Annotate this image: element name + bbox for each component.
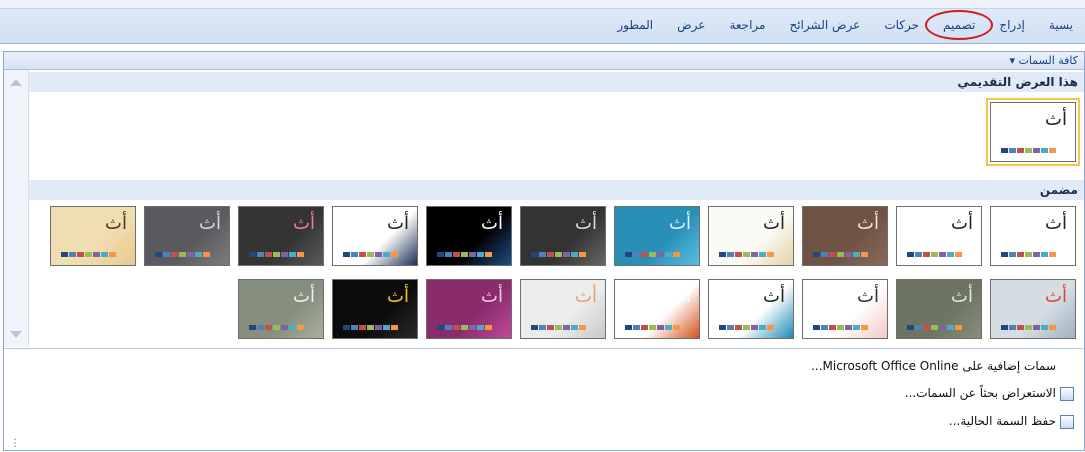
ribbon-top-strip	[0, 0, 1085, 9]
theme-swatches	[155, 252, 210, 257]
theme-swatches	[531, 325, 586, 330]
theme-thumbnail[interactable]: أث	[990, 206, 1076, 266]
tab-developer[interactable]: المطور	[605, 14, 665, 36]
theme-thumbnail[interactable]: أث	[238, 279, 324, 339]
tab-review[interactable]: مراجعة	[717, 14, 777, 36]
gallery-scrollbar[interactable]	[4, 70, 29, 347]
theme-swatches	[249, 325, 304, 330]
theme-swatches	[719, 252, 774, 257]
theme-swatches	[719, 325, 774, 330]
theme-thumbnail[interactable]: أث	[426, 206, 512, 266]
theme-thumbnail[interactable]: أث	[708, 279, 794, 339]
theme-glyph: أث	[293, 286, 315, 307]
theme-thumbnail[interactable]: أث	[332, 206, 418, 266]
themes-panel: كافة السمات ▾ هذا العرض التقديمي أث مضمن…	[3, 51, 1085, 451]
tab-animations[interactable]: حركات	[872, 14, 931, 36]
theme-glyph: أث	[481, 213, 503, 234]
theme-swatches	[437, 252, 492, 257]
theme-glyph: أث	[575, 286, 597, 307]
theme-glyph: أث	[669, 286, 691, 307]
ribbon: يسية إدراج تصميم حركات عرض الشرائح مراجع…	[0, 0, 1085, 44]
theme-swatches	[907, 252, 962, 257]
tab-slideshow[interactable]: عرض الشرائح	[777, 14, 872, 36]
theme-swatches	[625, 252, 680, 257]
theme-thumbnail[interactable]: أث	[708, 206, 794, 266]
theme-glyph: أث	[951, 213, 973, 234]
tab-insert[interactable]: إدراج	[987, 14, 1037, 36]
theme-glyph: أث	[1045, 286, 1067, 307]
theme-swatches	[437, 325, 492, 330]
theme-glyph: أث	[763, 213, 785, 234]
theme-thumbnail[interactable]: أث	[238, 206, 324, 266]
theme-glyph: أث	[1045, 109, 1067, 130]
browse-themes-item[interactable]: الاستعراض بحثاً عن السمات...	[905, 386, 1056, 400]
highlight-circle	[925, 10, 994, 40]
theme-glyph: أث	[105, 213, 127, 234]
scroll-up-icon[interactable]	[10, 79, 22, 86]
section-this-presentation: هذا العرض التقديمي	[29, 72, 1084, 92]
theme-glyph: أث	[481, 286, 503, 307]
theme-thumbnail[interactable]: أث	[896, 206, 982, 266]
save-current-theme-item[interactable]: حفظ السمة الحالية...	[949, 414, 1056, 428]
theme-swatches	[249, 252, 304, 257]
theme-swatches	[813, 325, 868, 330]
save-disk-icon	[1060, 415, 1074, 429]
theme-swatches	[531, 252, 586, 257]
tab-home[interactable]: يسية	[1037, 14, 1085, 36]
theme-thumbnail[interactable]: أث	[802, 206, 888, 266]
theme-glyph: أث	[951, 286, 973, 307]
theme-thumbnail[interactable]: أث	[332, 279, 418, 339]
theme-thumbnail[interactable]: أث	[426, 279, 512, 339]
theme-glyph: أث	[1045, 213, 1067, 234]
all-themes-dropdown[interactable]: كافة السمات ▾	[4, 52, 1084, 70]
resize-grip-icon[interactable]: ⋮	[10, 438, 20, 449]
theme-glyph: أث	[387, 286, 409, 307]
theme-thumbnail[interactable]: أث	[802, 279, 888, 339]
theme-glyph: أث	[387, 213, 409, 234]
tab-design[interactable]: تصميم	[925, 10, 994, 40]
themes-gallery: هذا العرض التقديمي أث مضمن أث أث أث أث أث أث أ…	[4, 70, 1084, 347]
theme-thumbnail[interactable]: أث	[896, 279, 982, 339]
theme-swatches	[813, 252, 868, 257]
theme-glyph: أث	[857, 286, 879, 307]
ribbon-tabs: يسية إدراج تصميم حركات عرض الشرائح مراجع…	[605, 10, 1085, 40]
theme-thumbnail[interactable]: أث	[520, 206, 606, 266]
theme-glyph: أث	[199, 213, 221, 234]
tab-view[interactable]: عرض	[665, 14, 717, 36]
theme-current[interactable]: أث	[986, 98, 1080, 166]
theme-swatches	[1001, 252, 1056, 257]
theme-thumbnail[interactable]: أث	[50, 206, 136, 266]
more-themes-online-item[interactable]: سمات إضافية على Microsoft Office Online.…	[811, 359, 1056, 373]
theme-glyph: أث	[575, 213, 597, 234]
theme-swatches	[61, 252, 116, 257]
gallery-menu: سمات إضافية على Microsoft Office Online.…	[4, 348, 1084, 451]
theme-swatches	[343, 252, 398, 257]
theme-thumbnail[interactable]: أث	[614, 206, 700, 266]
theme-swatches	[625, 325, 680, 330]
section-built-in: مضمن	[29, 180, 1084, 200]
theme-swatches	[907, 325, 962, 330]
theme-swatches	[343, 325, 398, 330]
theme-glyph: أث	[857, 213, 879, 234]
theme-glyph: أث	[763, 286, 785, 307]
theme-swatches	[1001, 148, 1056, 153]
theme-thumbnail[interactable]: أث	[990, 279, 1076, 339]
theme-swatches	[1001, 325, 1056, 330]
scroll-down-icon[interactable]	[10, 331, 22, 338]
theme-thumbnail[interactable]: أث	[520, 279, 606, 339]
browse-folder-icon	[1060, 387, 1074, 401]
theme-thumbnail[interactable]: أث	[614, 279, 700, 339]
theme-glyph: أث	[293, 213, 315, 234]
theme-thumbnail[interactable]: أث	[144, 206, 230, 266]
theme-glyph: أث	[669, 213, 691, 234]
